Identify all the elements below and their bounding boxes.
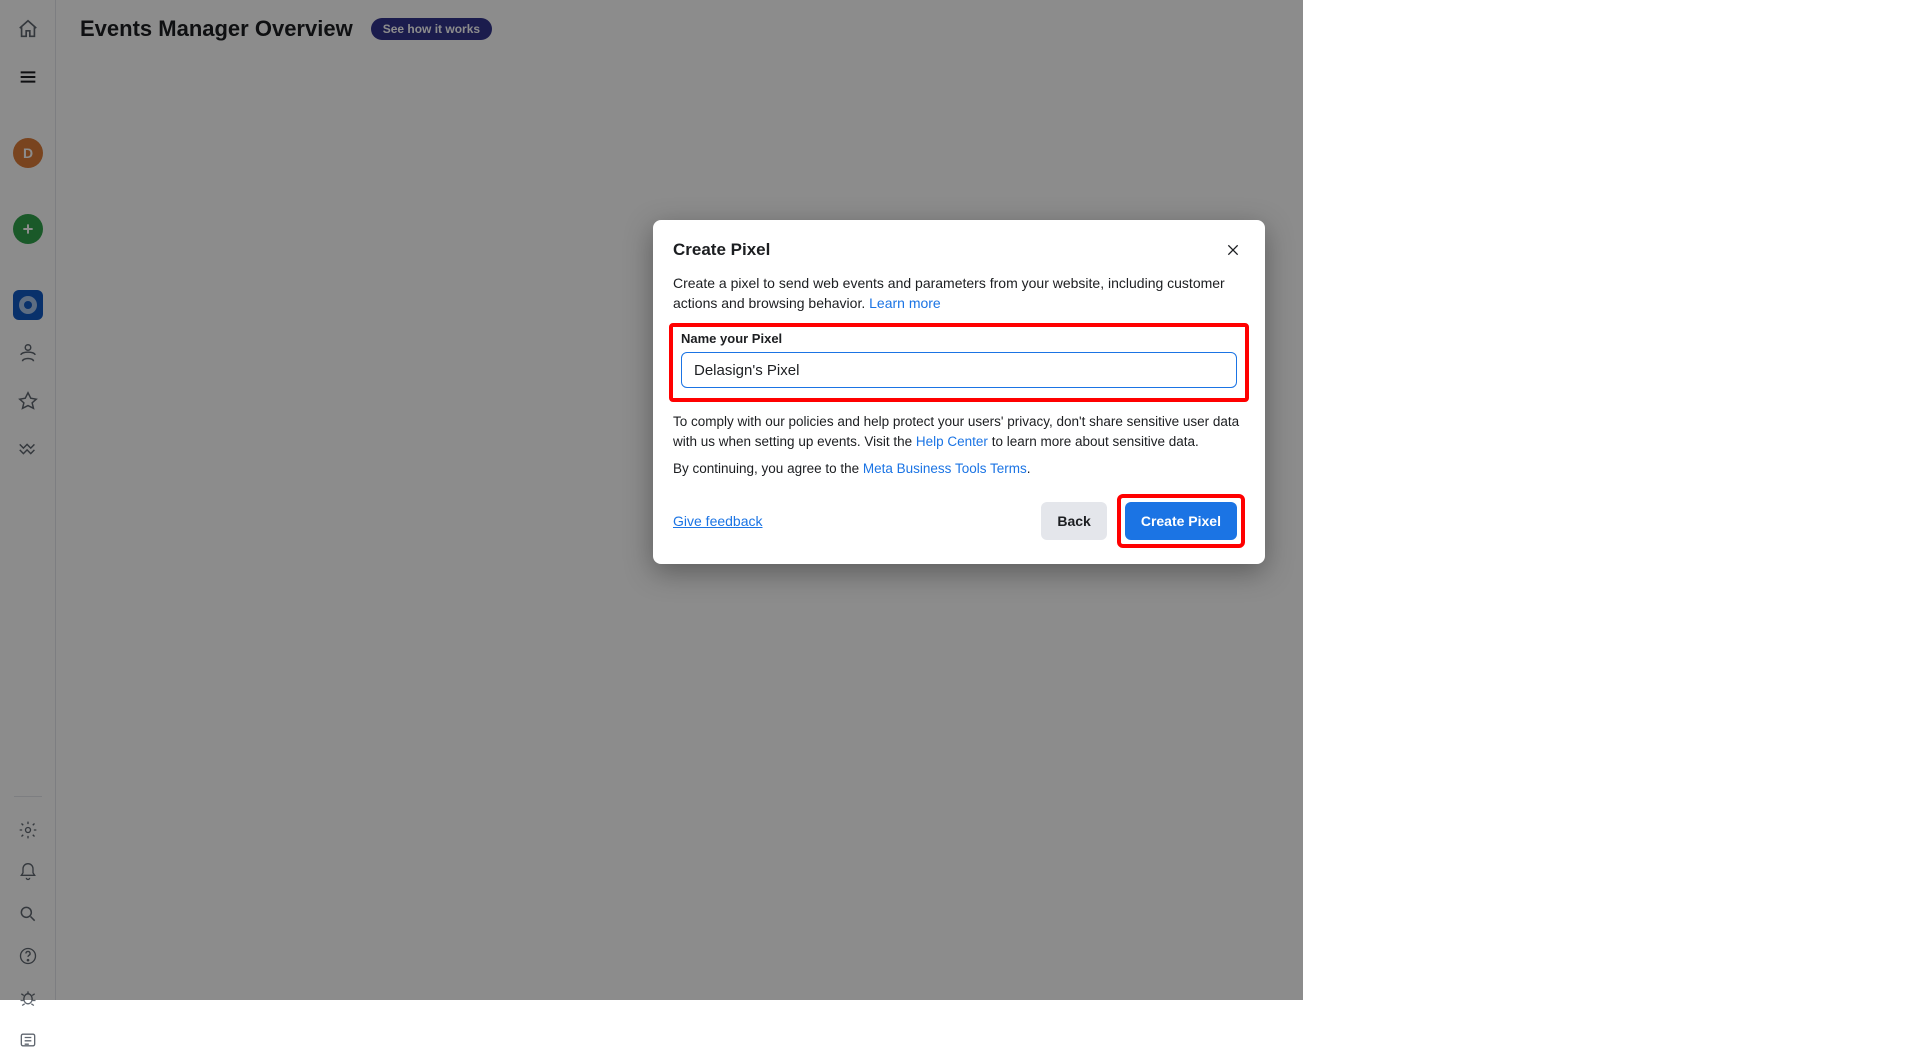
create-pixel-button[interactable]: Create Pixel — [1125, 502, 1237, 540]
back-button[interactable]: Back — [1041, 502, 1106, 540]
news-icon[interactable] — [13, 1025, 43, 1055]
terms-note: By continuing, you agree to the Meta Bus… — [673, 461, 1245, 476]
help-center-link[interactable]: Help Center — [916, 434, 988, 449]
modal-title: Create Pixel — [673, 240, 770, 260]
create-pixel-modal: Create Pixel Create a pixel to send web … — [653, 220, 1265, 564]
learn-more-link[interactable]: Learn more — [869, 295, 941, 311]
name-field-highlight: Name your Pixel — [669, 323, 1249, 402]
privacy-note: To comply with our policies and help pro… — [673, 412, 1245, 451]
modal-description: Create a pixel to send web events and pa… — [673, 274, 1245, 313]
give-feedback-link[interactable]: Give feedback — [673, 513, 763, 529]
close-icon[interactable] — [1221, 238, 1245, 262]
name-field-label: Name your Pixel — [681, 331, 1237, 346]
app-frame: D — [0, 0, 1303, 1000]
terms-link[interactable]: Meta Business Tools Terms — [863, 461, 1027, 476]
modal-footer: Give feedback Back Create Pixel — [673, 494, 1245, 548]
create-button-highlight: Create Pixel — [1117, 494, 1245, 548]
pixel-name-input[interactable] — [681, 352, 1237, 388]
